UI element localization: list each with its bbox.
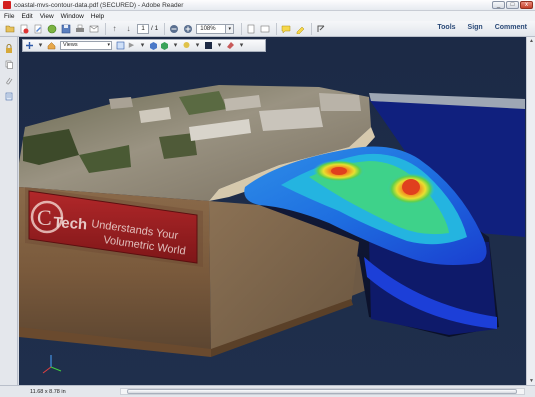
toolbar-separator bbox=[241, 22, 243, 35]
status-bar: 11.68 x 8.78 in bbox=[0, 385, 535, 397]
vertical-scrollbar[interactable]: ▲ ▼ bbox=[526, 37, 535, 385]
previous-page-icon[interactable]: ↑ bbox=[109, 23, 120, 34]
3d-toolbar: ▾ Views ▶ ▾ ▾ ▾ ▾ ▾ bbox=[22, 39, 266, 52]
menu-help[interactable]: Help bbox=[91, 13, 104, 20]
next-page-icon[interactable]: ↓ bbox=[123, 23, 134, 34]
zoom-out-icon[interactable] bbox=[168, 23, 179, 34]
attachment-icon[interactable] bbox=[4, 75, 13, 85]
window-controls: _ □ x bbox=[492, 1, 533, 9]
tools-link[interactable]: Tools bbox=[437, 24, 455, 31]
email-icon[interactable] bbox=[88, 23, 99, 34]
menu-window[interactable]: Window bbox=[61, 13, 84, 20]
building bbox=[259, 107, 323, 131]
render-mode-icon[interactable] bbox=[160, 41, 169, 50]
window-title: coastal-mvs-contour-data.pdf (SECURED) -… bbox=[14, 1, 184, 9]
read-mode-icon[interactable] bbox=[315, 23, 326, 34]
fit-page-icon[interactable] bbox=[245, 23, 256, 34]
zoom-in-icon[interactable] bbox=[182, 23, 193, 34]
save-icon[interactable] bbox=[60, 23, 71, 34]
home-view-icon[interactable] bbox=[47, 41, 56, 50]
edit-pdf-icon[interactable] bbox=[32, 23, 43, 34]
scroll-up-arrow-icon[interactable]: ▲ bbox=[527, 37, 535, 45]
chevron-down-icon[interactable]: ▾ bbox=[237, 41, 246, 50]
chevron-down-icon[interactable]: ▾ bbox=[193, 41, 202, 50]
model-tree-icon[interactable] bbox=[4, 91, 13, 101]
maximize-button[interactable]: □ bbox=[506, 1, 519, 9]
toolbar-right-links: Tools Sign Comment bbox=[437, 24, 527, 31]
toolbar-separator bbox=[105, 22, 106, 35]
open-icon[interactable] bbox=[4, 23, 15, 34]
menu-edit[interactable]: Edit bbox=[21, 13, 32, 20]
plume-core bbox=[331, 167, 347, 175]
lighting-icon[interactable] bbox=[182, 41, 191, 50]
horizontal-scrollbar[interactable] bbox=[120, 388, 525, 395]
document-viewport[interactable]: C Tech Understands Your Volumetric World… bbox=[19, 37, 526, 385]
title-bar: coastal-mvs-contour-data.pdf (SECURED) -… bbox=[0, 0, 535, 11]
close-button[interactable]: x bbox=[520, 1, 533, 9]
background-color-icon[interactable] bbox=[204, 41, 213, 50]
fit-width-icon[interactable] bbox=[259, 23, 270, 34]
cross-section-icon[interactable] bbox=[226, 41, 235, 50]
3d-model-scene[interactable]: C Tech Understands Your Volumetric World bbox=[19, 37, 526, 385]
toolbar-separator bbox=[276, 22, 278, 35]
minimize-button[interactable]: _ bbox=[492, 1, 505, 9]
chevron-down-icon[interactable]: ▾ bbox=[215, 41, 224, 50]
page-total: / 1 bbox=[151, 25, 159, 32]
page-number-input[interactable]: 1 bbox=[137, 23, 149, 34]
toolbar-separator bbox=[164, 22, 166, 35]
pages-icon[interactable] bbox=[4, 59, 13, 69]
lock-icon[interactable] bbox=[4, 43, 13, 53]
play-animation-icon[interactable]: ▶ bbox=[127, 41, 136, 50]
zoom-level-input[interactable]: 108% bbox=[196, 23, 227, 34]
scroll-down-arrow-icon[interactable]: ▼ bbox=[527, 377, 535, 385]
orthographic-icon[interactable] bbox=[149, 41, 158, 50]
print-icon[interactable] bbox=[74, 23, 85, 34]
comment-link[interactable]: Comment bbox=[495, 24, 527, 31]
model-tree-toggle-icon[interactable] bbox=[116, 41, 125, 50]
sign-link[interactable]: Sign bbox=[468, 24, 483, 31]
menu-bar: File Edit View Window Help bbox=[0, 11, 535, 21]
chevron-down-icon[interactable]: ▾ bbox=[138, 41, 147, 50]
page-size-readout: 11.68 x 8.78 in bbox=[30, 388, 66, 395]
plume-core bbox=[402, 179, 420, 195]
chevron-down-icon[interactable]: ▾ bbox=[171, 41, 180, 50]
adobe-reader-icon bbox=[3, 1, 11, 9]
views-dropdown[interactable]: Views bbox=[60, 41, 112, 50]
menu-file[interactable]: File bbox=[4, 13, 14, 20]
zoom-dropdown-arrow[interactable]: ▾ bbox=[226, 23, 235, 34]
toolbar-separator bbox=[311, 22, 313, 35]
main-toolbar: ↑ ↓ 1 / 1 108% ▾ Tools Sign Comment bbox=[0, 21, 535, 37]
logo-letter-c: C bbox=[37, 205, 52, 230]
menu-view[interactable]: View bbox=[40, 13, 54, 20]
create-pdf-icon[interactable] bbox=[18, 23, 29, 34]
share-icon[interactable] bbox=[46, 23, 57, 34]
logo-word-tech: Tech bbox=[53, 214, 88, 233]
rotate-icon[interactable] bbox=[25, 41, 34, 50]
sticky-note-icon[interactable] bbox=[280, 23, 291, 34]
building bbox=[109, 97, 133, 109]
left-navigation-pane bbox=[0, 37, 18, 387]
highlight-icon[interactable] bbox=[294, 23, 305, 34]
horizontal-scroll-thumb[interactable] bbox=[127, 389, 517, 394]
chevron-down-icon[interactable]: ▾ bbox=[36, 41, 45, 50]
building bbox=[319, 93, 361, 111]
